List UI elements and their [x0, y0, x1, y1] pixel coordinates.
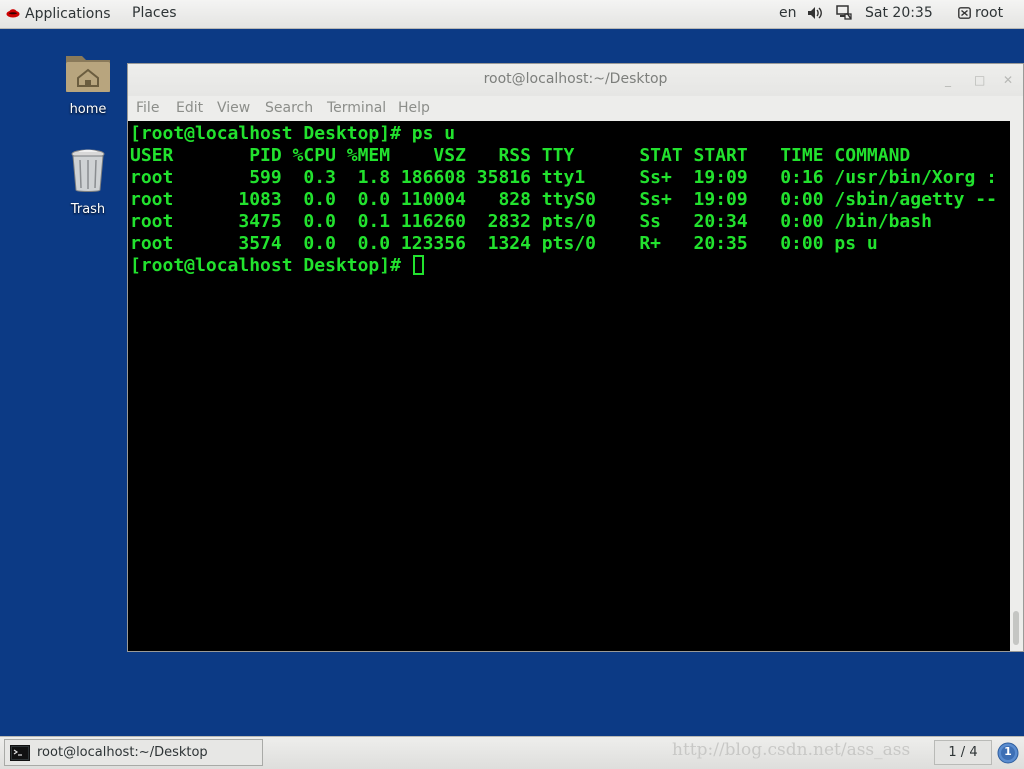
network-icon[interactable]: [836, 5, 852, 24]
user-menu[interactable]: root: [958, 5, 1003, 21]
terminal-scrollbar[interactable]: [1010, 121, 1023, 651]
menu-edit[interactable]: Edit: [176, 100, 203, 116]
applications-label: Applications: [25, 6, 111, 22]
terminal-line: [root@localhost Desktop]# ps u: [130, 123, 456, 144]
desktop-icon-trash[interactable]: Trash: [43, 148, 133, 217]
notification-count: 1: [1004, 745, 1012, 758]
trash-icon: [68, 149, 108, 198]
desktop-icon-home[interactable]: home: [43, 50, 133, 117]
minimize-button[interactable]: _: [945, 73, 951, 87]
home-folder-icon: [64, 56, 112, 98]
menu-file[interactable]: File: [136, 100, 159, 116]
menu-help[interactable]: Help: [398, 100, 430, 116]
window-title: root@localhost:~/Desktop: [483, 71, 668, 87]
watermark-text: http://blog.csdn.net/ass_ass: [672, 740, 911, 760]
menu-view[interactable]: View: [217, 100, 250, 116]
terminal-window[interactable]: root@localhost:~/Desktop _ □ ✕ File Edit…: [127, 63, 1024, 652]
user-label: root: [975, 5, 1004, 21]
top-panel: Applications Places en Sat 20:35 root: [0, 0, 1024, 29]
notification-button[interactable]: 1: [997, 742, 1019, 768]
language-indicator[interactable]: en: [779, 5, 797, 21]
close-button[interactable]: ✕: [1003, 73, 1013, 87]
terminal-prompt: [root@localhost Desktop]#: [130, 255, 412, 276]
places-menu[interactable]: Places: [132, 5, 177, 21]
taskbar-item-terminal[interactable]: root@localhost:~/Desktop: [4, 739, 263, 766]
workspace-switcher[interactable]: 1 / 4: [934, 740, 992, 765]
user-icon: [958, 5, 975, 21]
home-label: home: [69, 102, 107, 117]
scrollbar-thumb[interactable]: [1013, 611, 1019, 645]
applications-menu[interactable]: Applications: [6, 5, 111, 23]
terminal-line: USER PID %CPU %MEM VSZ RSS TTY STAT STAR…: [130, 145, 911, 166]
clock[interactable]: Sat 20:35: [865, 5, 933, 21]
terminal-cursor: [412, 255, 424, 275]
terminal-line: root 1083 0.0 0.0 110004 828 ttyS0 Ss+ 1…: [130, 189, 997, 210]
menu-terminal[interactable]: Terminal: [327, 100, 386, 116]
menu-search[interactable]: Search: [265, 100, 313, 116]
window-menubar: File Edit View Search Terminal Help: [128, 98, 1023, 122]
volume-icon[interactable]: [807, 5, 823, 25]
terminal-line: root 3574 0.0 0.0 123356 1324 pts/0 R+ 2…: [130, 233, 878, 254]
terminal-icon: [10, 745, 30, 765]
maximize-button[interactable]: □: [974, 73, 985, 87]
redhat-logo-icon: [6, 5, 20, 23]
terminal-line: root 3475 0.0 0.1 116260 2832 pts/0 Ss 2…: [130, 211, 932, 232]
terminal-prompt-line: [root@localhost Desktop]#: [130, 255, 1010, 277]
trash-label: Trash: [70, 202, 106, 217]
taskbar-item-label: root@localhost:~/Desktop: [37, 745, 208, 760]
window-titlebar[interactable]: root@localhost:~/Desktop _ □ ✕: [128, 64, 1023, 96]
terminal-line: root 599 0.3 1.8 186608 35816 tty1 Ss+ 1…: [130, 167, 997, 188]
terminal-output[interactable]: [root@localhost Desktop]# ps u USER PID %…: [128, 121, 1010, 651]
bottom-panel: root@localhost:~/Desktop http://blog.csd…: [0, 736, 1024, 769]
